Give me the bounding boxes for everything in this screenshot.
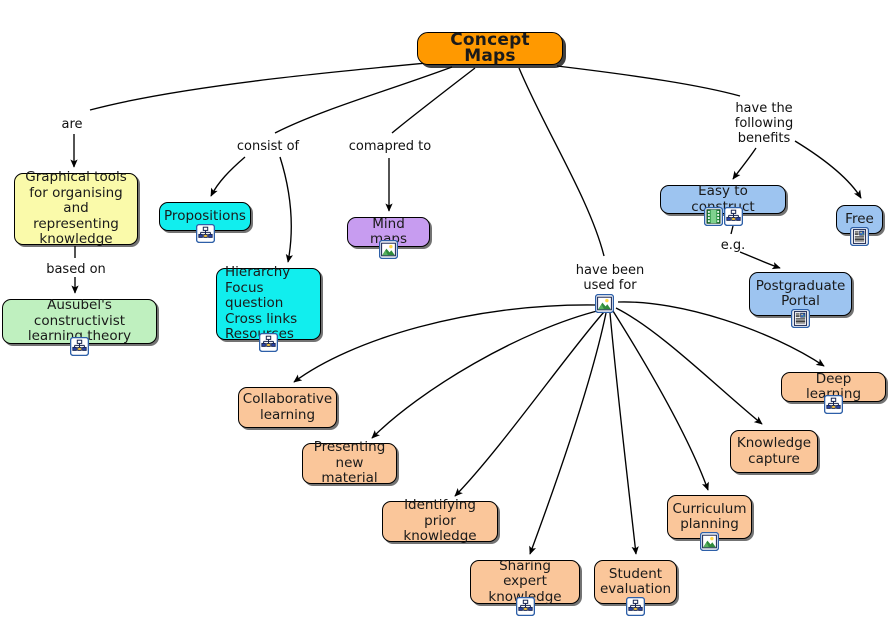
node-icons-deep-learning — [824, 395, 843, 414]
node-icons-propositions — [195, 224, 215, 243]
node-knowledge-capture[interactable]: Knowledge capture — [730, 430, 818, 473]
link-label-comapred-to[interactable]: comapred to — [340, 139, 440, 154]
node-icons-free — [850, 227, 869, 246]
edge-have-been-used-for-to-presenting-new-material — [371, 309, 602, 439]
edge-concept-maps-to-have-the-following-benefits — [556, 65, 741, 97]
node-collaborative-learning[interactable]: Collaborative learning — [238, 387, 337, 428]
node-icons-easy-to-construct — [703, 207, 743, 226]
edge-have-been-used-for-to-student-evaluation — [609, 312, 639, 555]
edge-have-the-following-benefits-to-free — [794, 140, 862, 199]
node-icons-hierarchy-list — [259, 333, 278, 352]
link-icons-have-been-used-for — [595, 294, 614, 313]
link-label-based-on[interactable]: based on — [37, 262, 115, 277]
edge-have-been-used-for-to-identifying-prior-knowledge — [454, 311, 605, 497]
document-icon[interactable] — [791, 309, 810, 328]
node-presenting-new-material[interactable]: Presenting new material — [302, 440, 397, 486]
map-icon[interactable] — [515, 597, 535, 616]
map-icon[interactable] — [195, 224, 215, 243]
edge-have-been-used-for-to-knowledge-capture — [615, 307, 763, 425]
node-icons-mind-maps — [379, 240, 398, 259]
edge-concept-maps-to-have-been-used-for — [518, 67, 605, 257]
link-label-eg[interactable]: e.g. — [716, 238, 750, 253]
concept-map-canvas: Concept Maps Graphical tools for organisi… — [0, 0, 888, 619]
node-hierarchy-list[interactable]: Hierarchy Focus question Cross links Res… — [216, 265, 321, 342]
map-icon[interactable] — [824, 395, 843, 414]
link-label-are[interactable]: are — [52, 117, 92, 132]
image-icon[interactable] — [379, 240, 398, 259]
map-icon[interactable] — [723, 207, 743, 226]
edge-have-the-following-benefits-to-easy-to-construct — [732, 147, 757, 180]
link-label-have-the-following-benefits[interactable]: have the following benefits — [722, 101, 806, 146]
edge-consist-of-to-hierarchy-list — [279, 156, 293, 263]
node-icons-ausubel-theory — [70, 337, 89, 356]
map-icon[interactable] — [259, 333, 278, 352]
edge-concept-maps-to-consist-of — [274, 66, 453, 134]
edge-concept-maps-to-comapred-to — [391, 67, 476, 134]
edge-have-been-used-for-to-curriculum-planning — [612, 310, 709, 491]
map-icon[interactable] — [70, 337, 89, 356]
edge-easy-to-construct-to-eg — [730, 225, 734, 235]
edge-concept-maps-to-are — [89, 61, 438, 111]
node-icons-student-evaluation — [626, 597, 645, 616]
edge-have-been-used-for-to-collaborative-learning — [293, 304, 598, 383]
edge-consist-of-to-propositions — [210, 156, 246, 197]
film-icon[interactable] — [703, 207, 723, 226]
link-label-consist-of[interactable]: consist of — [229, 139, 307, 154]
image-icon[interactable] — [700, 532, 719, 551]
node-icons-curriculum-planning — [700, 532, 719, 551]
edge-eg-to-postgraduate-portal — [739, 251, 781, 270]
node-graphical-tools[interactable]: Graphical tools for organising and repre… — [14, 170, 138, 247]
map-icon[interactable] — [626, 597, 645, 616]
node-icons-sharing-expert-knowledge — [515, 597, 535, 616]
node-concept-maps[interactable]: Concept Maps — [417, 32, 563, 65]
image-icon[interactable] — [595, 294, 614, 313]
edge-have-been-used-for-to-sharing-expert-knowledge — [529, 312, 607, 555]
link-label-have-been-used-for[interactable]: have been used for — [565, 263, 655, 293]
node-identifying-prior-knowledge[interactable]: Identifying prior knowledge — [382, 498, 498, 544]
document-icon[interactable] — [850, 227, 869, 246]
node-icons-postgraduate-portal — [791, 309, 810, 328]
